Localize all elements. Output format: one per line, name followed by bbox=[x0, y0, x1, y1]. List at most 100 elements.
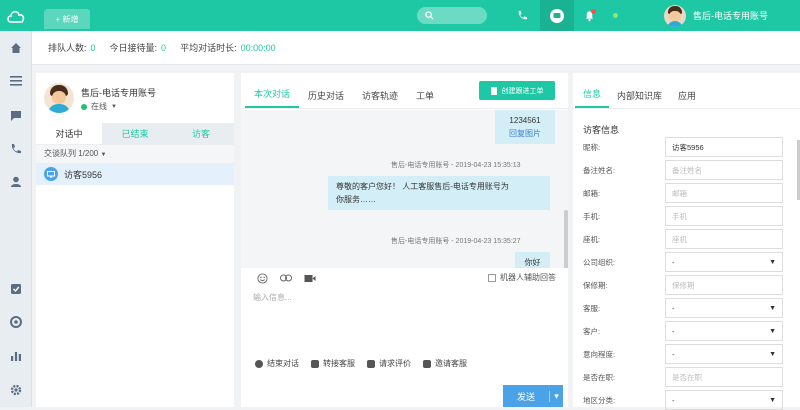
service-field: 客服: - ▼ bbox=[583, 298, 788, 318]
tab-ongoing[interactable]: 对话中 bbox=[36, 123, 102, 144]
message-meta: 售后-电话专用账号 - 2019-04-23 15:35:27 bbox=[391, 238, 521, 245]
region-select[interactable]: - ▼ bbox=[665, 390, 783, 410]
queue-count-label: 排队人数: bbox=[48, 43, 87, 53]
search-input[interactable] bbox=[417, 7, 487, 24]
nickname-field: 昵称: 访客5956 bbox=[583, 137, 788, 157]
email-input[interactable]: 邮箱 bbox=[665, 183, 783, 203]
queue-label: 交谈队列 1/200 bbox=[44, 149, 99, 158]
checkbox-icon[interactable] bbox=[8, 281, 24, 297]
home-icon[interactable] bbox=[8, 40, 24, 56]
agent-card: 售后-电话专用账号 在线 ▼ bbox=[36, 73, 234, 123]
invite-icon bbox=[423, 359, 431, 368]
tab-ticket[interactable]: 工单 bbox=[407, 89, 443, 108]
nav-sidebar bbox=[0, 31, 32, 407]
user-icon[interactable] bbox=[8, 174, 24, 190]
email-field: 邮箱: 邮箱 bbox=[583, 183, 788, 203]
tab-apps[interactable]: 应用 bbox=[670, 89, 704, 108]
today-reception-value: 0 bbox=[161, 43, 167, 53]
stop-icon bbox=[255, 359, 263, 368]
intent-select[interactable]: - ▼ bbox=[665, 344, 783, 364]
customer-field: 客户: - ▼ bbox=[583, 321, 788, 341]
rating-icon bbox=[367, 359, 375, 368]
visitor-name: 访客5956 bbox=[64, 169, 103, 180]
monitor-icon bbox=[44, 167, 58, 181]
intent-field: 意向程度: - ▼ bbox=[583, 344, 788, 364]
caret-down-icon: ▼ bbox=[769, 259, 776, 266]
lifebuoy-icon[interactable] bbox=[8, 314, 24, 330]
search-icon bbox=[425, 11, 434, 20]
phone-icon[interactable] bbox=[512, 0, 532, 31]
service-select[interactable]: - ▼ bbox=[665, 298, 783, 318]
new-tab-button[interactable]: + 新增 bbox=[44, 9, 90, 29]
chat-icon[interactable] bbox=[540, 0, 574, 31]
transfer-button[interactable]: 转接客服 bbox=[311, 358, 355, 369]
message-list: 1234561 回复图片 售后-电话专用账号 - 2019-04-23 15:3… bbox=[241, 110, 568, 268]
tab-visitor-track[interactable]: 访客轨迹 bbox=[353, 89, 407, 108]
list-item[interactable]: 访客5956 bbox=[36, 163, 234, 185]
chevron-down-icon: ▼ bbox=[100, 152, 107, 158]
emoji-icon[interactable] bbox=[255, 271, 269, 285]
status-indicator[interactable] bbox=[604, 0, 644, 31]
link-icon[interactable] bbox=[279, 271, 293, 285]
bar-chart-icon[interactable] bbox=[8, 348, 24, 364]
transfer-icon bbox=[311, 359, 319, 368]
customer-select[interactable]: - ▼ bbox=[665, 321, 783, 341]
scrollbar[interactable] bbox=[564, 210, 568, 268]
employed-input[interactable]: 是否在职 bbox=[665, 367, 783, 387]
warranty-input[interactable]: 保修期 bbox=[665, 275, 783, 295]
document-icon bbox=[490, 86, 497, 95]
message-bubble: 你好 bbox=[515, 252, 550, 268]
caret-down-icon: ▼ bbox=[769, 397, 776, 404]
invite-agent-button[interactable]: 邀请客服 bbox=[423, 358, 467, 369]
user-name: 售后-电话专用账号 bbox=[693, 11, 768, 21]
top-bar: + 新增 售后-电话专用账号 bbox=[0, 0, 800, 31]
video-icon[interactable] bbox=[303, 271, 317, 285]
agent-status-label: 在线 bbox=[91, 102, 107, 111]
phone-icon[interactable] bbox=[8, 141, 24, 157]
landline-field: 座机: 座机 bbox=[583, 229, 788, 249]
reply-image-link[interactable]: 回复图片 bbox=[503, 127, 547, 140]
info-tabs: 信息 内部知识库 应用 bbox=[573, 73, 800, 109]
message-icon[interactable] bbox=[8, 108, 24, 124]
message-input[interactable]: 输入信息... bbox=[253, 292, 292, 303]
send-button[interactable]: 发送 ▾ bbox=[503, 385, 563, 407]
visitor-info-heading: 访客信息 bbox=[583, 125, 620, 135]
list-icon[interactable] bbox=[8, 73, 24, 89]
remark-name-input[interactable]: 备注姓名 bbox=[665, 160, 783, 180]
chevron-down-icon[interactable]: ▾ bbox=[549, 390, 563, 402]
agent-status-dropdown[interactable]: 在线 ▼ bbox=[81, 101, 117, 112]
queue-dropdown[interactable]: 交谈队列 1/200 ▼ bbox=[36, 145, 234, 163]
avg-duration-value: 00:00:00 bbox=[240, 43, 276, 53]
employed-field: 是否在职: 是否在职 bbox=[583, 367, 788, 387]
company-field: 公司组织: - ▼ bbox=[583, 252, 788, 272]
bell-icon[interactable] bbox=[580, 0, 598, 31]
landline-input[interactable]: 座机 bbox=[665, 229, 783, 249]
company-select[interactable]: - ▼ bbox=[665, 252, 783, 272]
nickname-input[interactable]: 访客5956 bbox=[665, 137, 783, 157]
user-menu[interactable]: 售后-电话专用账号 bbox=[664, 0, 768, 31]
avg-duration-label: 平均对话时长: bbox=[180, 43, 237, 53]
stats-bar: 排队人数: 0 今日接待量: 0 平均对话时长: 00:00:00 bbox=[32, 31, 800, 65]
notification-dot bbox=[591, 9, 596, 14]
tab-current-chat[interactable]: 本次对话 bbox=[245, 87, 300, 108]
create-ticket-button[interactable]: 创建跟进工单 bbox=[479, 81, 555, 100]
avatar bbox=[44, 83, 74, 113]
warranty-field: 保修期: 保修期 bbox=[583, 275, 788, 295]
tab-history-chat[interactable]: 历史对话 bbox=[299, 89, 353, 108]
conversation-tabs: 对话中 已结束 访客 bbox=[36, 123, 234, 145]
online-dot-icon bbox=[81, 103, 87, 110]
tab-info[interactable]: 信息 bbox=[575, 87, 610, 108]
chat-actions: 结束对话 转接客服 请求评价 邀请客服 bbox=[255, 358, 479, 369]
mobile-input[interactable]: 手机 bbox=[665, 206, 783, 226]
editor-toolbar: 机器人辅助回答 bbox=[241, 268, 568, 288]
robot-assist-checkbox[interactable]: 机器人辅助回答 bbox=[488, 272, 556, 283]
tab-knowledge-base[interactable]: 内部知识库 bbox=[609, 89, 670, 108]
gear-icon[interactable] bbox=[8, 382, 24, 398]
end-chat-button[interactable]: 结束对话 bbox=[255, 358, 299, 369]
remark-name-field: 备注姓名: 备注姓名 bbox=[583, 160, 788, 180]
visitor-info-panel: 信息 内部知识库 应用 访客信息 昵称: 访客5956 备注姓名: 备注姓名 邮… bbox=[573, 73, 800, 410]
tab-visitors[interactable]: 访客 bbox=[168, 123, 234, 144]
tab-ended[interactable]: 已结束 bbox=[102, 123, 168, 144]
request-rating-button[interactable]: 请求评价 bbox=[367, 358, 411, 369]
cloud-logo-icon[interactable] bbox=[0, 0, 32, 31]
